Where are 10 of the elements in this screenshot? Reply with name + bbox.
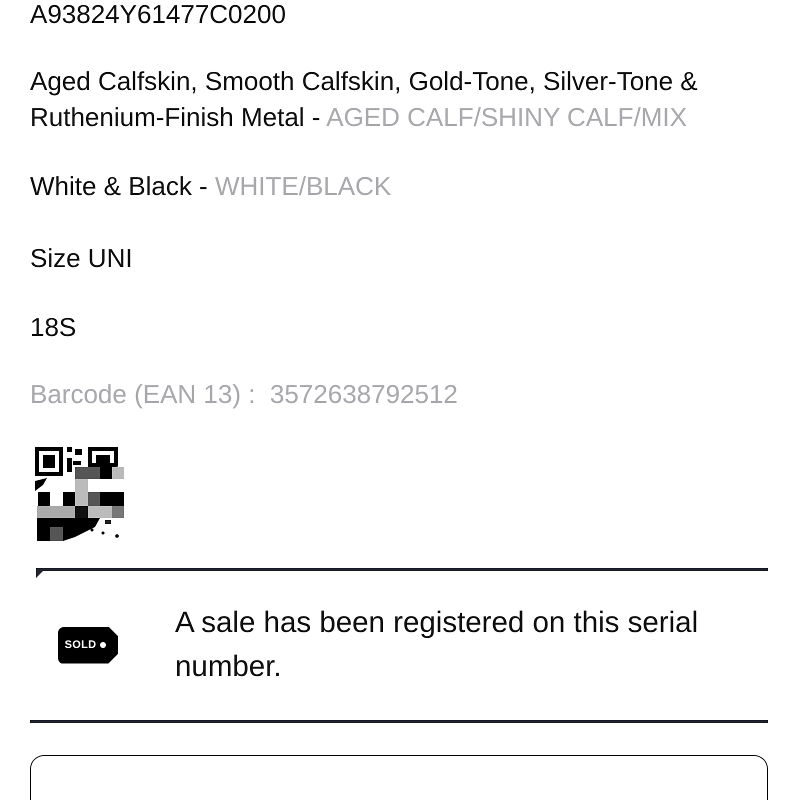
season-code: 18S — [30, 311, 78, 344]
material-description: Aged Calfskin, Smooth Calfskin, Gold-Tone, Silver-Tone & Ruthenium-Finish Metal - AGED CALF/SHINY CALF/MIX — [30, 65, 699, 134]
sold-label: SOLD — [64, 639, 96, 651]
qr-code-icon — [35, 447, 125, 541]
barcode-number: 3572638792512 — [270, 379, 458, 409]
reference-number: A93824Y61477C0200 — [30, 0, 287, 31]
sale-registered-message: A sale has been registered on this serial number. — [175, 605, 700, 685]
color-description: White & Black - WHITE/BLACK — [30, 170, 392, 203]
size-text: Size UNI — [30, 242, 134, 275]
barcode-label: Barcode (EAN 13) : — [30, 379, 256, 409]
